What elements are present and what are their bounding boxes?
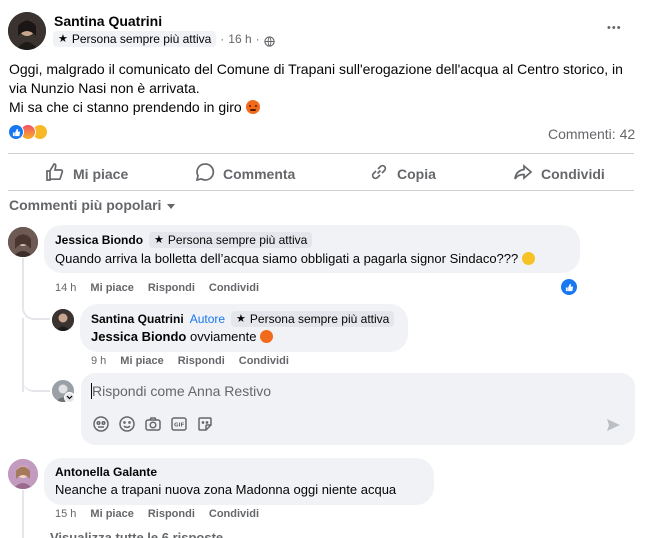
reply-time[interactable]: 9 h — [91, 355, 106, 367]
comment-bubble-jessica: Jessica Biondo ★ Persona sempre più attiv… — [44, 225, 580, 273]
reply-mention-link[interactable]: Jessica Biondo — [91, 329, 186, 344]
badge-label: Persona sempre più attiva — [71, 32, 212, 46]
comment-author-name[interactable]: Antonella Galante — [55, 465, 157, 479]
badge-label: Persona sempre più attiva — [249, 312, 390, 326]
view-replies-thread-line — [22, 490, 24, 538]
star-icon: ★ — [58, 32, 68, 45]
avatar-dropdown-chevron-icon[interactable] — [64, 392, 75, 403]
link-icon — [369, 162, 389, 185]
comment-button-label: Commenta — [223, 165, 296, 182]
sticker-icon[interactable] — [196, 415, 214, 433]
top-fan-badge[interactable]: ★ Persona sempre più attiva — [149, 232, 313, 248]
post-text-line-3-text: Mi sa che ci stanno prendendo in giro — [9, 99, 242, 115]
share-button[interactable]: Condividi — [513, 162, 605, 185]
view-all-replies-link[interactable]: Visualizza tutte le 6 risposte — [50, 530, 223, 538]
author-tag: Autore — [189, 312, 226, 326]
comments-count[interactable]: Commenti: 42 — [548, 126, 635, 142]
reply-avatar-santina[interactable] — [52, 309, 74, 331]
gif-icon[interactable]: GIF — [170, 415, 188, 433]
comment-filter-label: Commenti più popolari — [9, 197, 162, 213]
comment-like-link[interactable]: Mi piace — [90, 508, 133, 520]
emoji-icon[interactable] — [118, 415, 136, 433]
reply-input-box[interactable]: Rispondi come Anna Restivo GIF — [81, 373, 635, 445]
post-text-line-3: Mi sa che ci stanno prendendo in giro — [9, 98, 639, 117]
reply-share-link[interactable]: Condividi — [239, 355, 289, 367]
reactions-summary[interactable] — [8, 124, 48, 140]
reply-bubble-santina: Santina Quatrini Autore ★ Persona sempre … — [80, 304, 408, 352]
comment-avatar-antonella[interactable] — [8, 459, 38, 489]
action-bar-bottom-divider — [8, 190, 634, 191]
share-button-label: Condividi — [541, 165, 605, 182]
reply-reply-link[interactable]: Rispondi — [178, 355, 225, 367]
copy-button[interactable]: Copia — [369, 162, 436, 185]
comment-reply-link[interactable]: Rispondi — [148, 508, 195, 520]
post-separator-2: · — [255, 32, 260, 46]
camera-icon[interactable] — [144, 415, 162, 433]
post-more-button[interactable]: ••• — [607, 22, 622, 34]
comment-bubble-icon — [195, 162, 215, 185]
like-button-label: Mi piace — [73, 165, 129, 182]
top-fan-badge[interactable]: ★ Persona sempre più attiva — [53, 31, 217, 47]
comment-header: Jessica Biondo ★ Persona sempre più attiv… — [55, 232, 313, 248]
star-icon: ★ — [154, 233, 164, 246]
post-meta: ★ Persona sempre più attiva · 16 h · — [53, 31, 275, 47]
post-text: Oggi, malgrado il comunicato del Comune … — [9, 60, 639, 117]
comment-avatar-jessica[interactable] — [8, 227, 38, 257]
comment-filter-dropdown[interactable]: Commenti più popolari — [9, 197, 176, 213]
comment-button[interactable]: Commenta — [195, 162, 295, 185]
comment-actions: 15 h Mi piace Rispondi Condividi — [55, 508, 259, 520]
reply-input-placeholder[interactable]: Rispondi come Anna Restivo — [92, 383, 271, 399]
comment-share-link[interactable]: Condividi — [209, 282, 259, 294]
reply-actions: 9 h Mi piace Rispondi Condividi — [91, 355, 289, 367]
comment-actions: 14 h Mi piace Rispondi Condividi — [55, 282, 259, 294]
reply-header: Santina Quatrini Autore ★ Persona sempre … — [91, 311, 395, 327]
reply-text-content: ovviamente — [190, 329, 257, 344]
comment-reply-link[interactable]: Rispondi — [148, 282, 195, 294]
reply-thread-line-3 — [22, 380, 50, 392]
reply-text: Jessica Biondo ovviamente — [91, 329, 274, 344]
public-globe-icon — [263, 34, 275, 47]
comment-text: Quando arriva la bolletta dell’acqua sia… — [55, 251, 535, 266]
thumbs-up-icon — [45, 162, 65, 185]
like-button[interactable]: Mi piace — [45, 162, 128, 185]
avatar-sticker-icon[interactable] — [92, 415, 110, 433]
angry-emoji-icon — [260, 330, 274, 343]
reply-author-name[interactable]: Santina Quatrini — [91, 312, 184, 326]
action-bar-top-divider — [8, 153, 634, 154]
comment-bubble-antonella: Antonella Galante Neanche a trapani nuov… — [44, 458, 434, 505]
comment-time[interactable]: 14 h — [55, 282, 76, 294]
like-reaction-icon — [8, 124, 24, 140]
post-author-name[interactable]: Santina Quatrini — [54, 13, 162, 29]
post-text-line-1: Oggi, malgrado il comunicato del Comune … — [9, 61, 623, 77]
share-arrow-icon — [513, 162, 533, 185]
comment-like-badge-icon[interactable] — [561, 279, 577, 295]
reply-toolbar: GIF — [92, 415, 214, 433]
angry-emoji-icon — [245, 100, 260, 114]
comment-time[interactable]: 15 h — [55, 508, 76, 520]
post-text-line-2: via Nunzio Nasi non è arrivata. — [9, 80, 200, 96]
comment-like-link[interactable]: Mi piace — [90, 282, 133, 294]
comment-text-content: Quando arriva la bolletta dell’acqua sia… — [55, 251, 519, 266]
send-icon[interactable] — [605, 417, 621, 438]
badge-label: Persona sempre più attiva — [167, 233, 308, 247]
top-fan-badge[interactable]: ★ Persona sempre più attiva — [231, 311, 395, 327]
post-time[interactable]: 16 h — [228, 32, 251, 46]
comment-share-link[interactable]: Condividi — [209, 508, 259, 520]
svg-text:GIF: GIF — [174, 423, 185, 429]
star-icon: ★ — [236, 312, 246, 325]
comment-author-name[interactable]: Jessica Biondo — [55, 233, 143, 247]
copy-button-label: Copia — [397, 165, 436, 182]
reply-thread-line — [22, 258, 50, 320]
post-author-avatar[interactable] — [8, 12, 46, 50]
reply-like-link[interactable]: Mi piace — [120, 355, 163, 367]
comment-text: Neanche a trapani nuova zona Madonna ogg… — [55, 482, 397, 497]
post-separator: · — [220, 32, 225, 46]
thinking-emoji-icon — [521, 252, 535, 265]
caret-down-icon — [167, 203, 176, 209]
